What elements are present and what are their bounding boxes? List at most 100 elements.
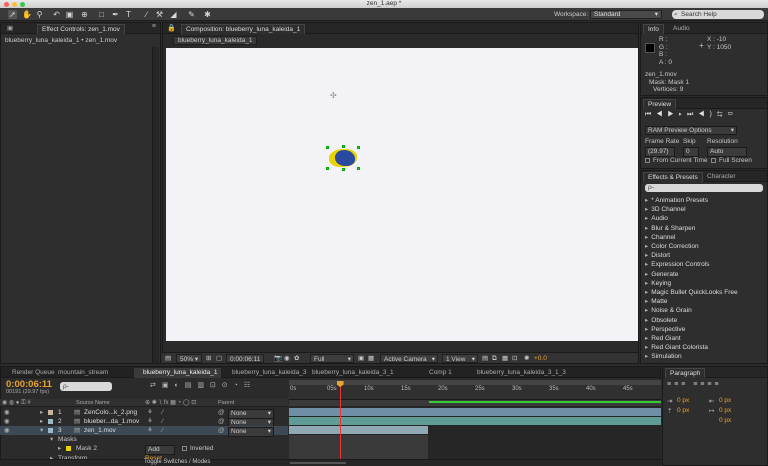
- expand-arrow-icon[interactable]: ▸: [645, 289, 648, 296]
- expand-arrow-icon[interactable]: ▸: [645, 261, 648, 268]
- shy-switch-icon[interactable]: ⚘: [147, 417, 153, 426]
- zoom-slider[interactable]: [290, 462, 346, 464]
- effects-category-item[interactable]: ▸ Obsolete: [645, 316, 677, 324]
- first-line-indent-value[interactable]: 0 px: [719, 407, 731, 414]
- clone-stamp-tool-icon[interactable]: ⚒: [155, 10, 164, 19]
- full-screen-checkbox[interactable]: [711, 158, 716, 163]
- expand-arrow-icon[interactable]: ▾: [40, 426, 43, 435]
- pickwhip-icon[interactable]: @: [218, 408, 225, 417]
- exposure-icon[interactable]: ✺: [524, 354, 529, 363]
- magnification-select[interactable]: 50% ▾: [176, 354, 203, 363]
- pen-tool-icon[interactable]: ✒: [111, 10, 120, 19]
- quality-switch-icon[interactable]: ∕: [162, 417, 163, 426]
- composition-canvas[interactable]: ✣: [166, 48, 638, 341]
- timeline-tab[interactable]: blueberry_luna_kaleida_3: [223, 368, 310, 378]
- camera-select[interactable]: Active Camera ▾: [380, 354, 438, 363]
- mask-2-row[interactable]: ▸ Mask 2 Add Inverted: [0, 444, 288, 455]
- eraser-tool-icon[interactable]: ◢: [169, 10, 178, 19]
- tab-preview[interactable]: Preview: [643, 99, 677, 109]
- space-before-value[interactable]: 0 px: [677, 407, 689, 414]
- workspace-select[interactable]: Standard ▾: [590, 10, 662, 19]
- close-window-button[interactable]: [4, 1, 9, 7]
- project-tab[interactable]: ▣: [3, 24, 17, 34]
- puppet-tool-icon[interactable]: ✱: [203, 10, 212, 19]
- timeline-icon[interactable]: ▦: [502, 354, 508, 363]
- parent-header[interactable]: Parent: [218, 400, 234, 406]
- flowchart-icon[interactable]: ⊡: [512, 354, 517, 363]
- expand-arrow-icon[interactable]: ▸: [58, 444, 61, 453]
- current-time-display[interactable]: 0:00:06:11: [226, 354, 265, 363]
- type-tool-icon[interactable]: T: [124, 10, 133, 19]
- lock-icon[interactable]: 🔒: [167, 24, 176, 32]
- expand-arrow-icon[interactable]: ▸: [645, 307, 648, 314]
- quality-switch-icon[interactable]: ∕: [162, 408, 163, 417]
- work-area-bar[interactable]: [289, 380, 661, 385]
- tab-audio[interactable]: Audio: [669, 24, 694, 34]
- show-snapshot-icon[interactable]: ◉: [284, 354, 290, 363]
- timeline-tab[interactable]: mountain_stream: [49, 368, 112, 378]
- brush-tool-icon[interactable]: ∕: [142, 10, 151, 19]
- expand-arrow-icon[interactable]: ▸: [645, 252, 648, 259]
- track-bar-layer-2[interactable]: [289, 417, 661, 425]
- mask-color-swatch[interactable]: [66, 446, 71, 451]
- hand-tool-icon[interactable]: ✋: [22, 10, 32, 19]
- effects-category-item[interactable]: ▸ * Animation Presets: [645, 196, 708, 204]
- track-bar-layer-3[interactable]: [289, 426, 428, 434]
- effect-controls-tab[interactable]: Effect Controls: zen_1.mov: [37, 24, 125, 34]
- expand-arrow-icon[interactable]: ▸: [645, 298, 648, 305]
- effects-category-item[interactable]: ▸ Matte: [645, 297, 668, 305]
- expand-arrow-icon[interactable]: ▸: [40, 408, 43, 417]
- zoom-window-button[interactable]: [20, 1, 25, 7]
- masks-row[interactable]: ▾ Masks: [0, 435, 288, 444]
- quality-switch-icon[interactable]: ∕: [162, 426, 163, 435]
- expand-arrow-icon[interactable]: ▸: [645, 280, 648, 287]
- expand-arrow-icon[interactable]: ▸: [645, 335, 648, 342]
- expand-arrow-icon[interactable]: ▸: [645, 353, 648, 360]
- effects-category-item[interactable]: ▸ Perspective: [645, 325, 685, 333]
- label-color-swatch[interactable]: [48, 410, 53, 415]
- channel-icon[interactable]: ✿: [294, 354, 299, 363]
- layer-name[interactable]: ZenColo...k_2.png: [84, 408, 137, 417]
- scrollbar[interactable]: [152, 47, 159, 363]
- layer-name[interactable]: zen_1.mov: [84, 426, 116, 435]
- timeline-search-input[interactable]: ρ-: [60, 382, 112, 391]
- pickwhip-icon[interactable]: @: [218, 426, 225, 435]
- resolution-select[interactable]: Auto: [707, 147, 747, 157]
- effects-category-item[interactable]: ▸ Red Giant Colorista: [645, 343, 708, 351]
- expand-arrow-icon[interactable]: ▸: [645, 344, 648, 351]
- label-color-swatch[interactable]: [48, 428, 53, 433]
- timeline-tab[interactable]: Comp 1: [420, 368, 456, 378]
- effects-category-item[interactable]: ▸ Magic Bullet QuickLooks Free: [645, 288, 738, 296]
- layer-row[interactable]: ◉ ▾ 3 ▤ zen_1.mov ⚘ ∕ @ None ▾: [0, 426, 288, 437]
- expand-arrow-icon[interactable]: ▸: [645, 234, 648, 241]
- transparency-grid-icon[interactable]: ▦: [368, 354, 374, 363]
- composition-subtab[interactable]: blueberry_luna_kaleida_1: [173, 36, 258, 45]
- shy-switch-icon[interactable]: ⚘: [147, 426, 153, 435]
- roi-icon[interactable]: ▣: [358, 354, 364, 363]
- alignment-buttons[interactable]: ≡≡≡ ≡≡≡≡: [667, 381, 722, 388]
- expand-arrow-icon[interactable]: ▸: [645, 317, 648, 324]
- region-icon[interactable]: ▢: [216, 354, 222, 363]
- source-name-header[interactable]: Source Name: [76, 400, 110, 406]
- expand-arrow-icon[interactable]: ▸: [645, 215, 648, 222]
- effects-category-item[interactable]: ▸ Audio: [645, 214, 668, 222]
- timeline-switch-icons[interactable]: ⇄▣◐▤▥⊡⊙◔☷: [150, 381, 256, 389]
- effects-category-item[interactable]: ▸ Distort: [645, 251, 670, 259]
- pickwhip-icon[interactable]: @: [218, 417, 225, 426]
- visibility-icon[interactable]: ◉: [4, 426, 10, 435]
- selection-tool-icon[interactable]: ➚: [8, 10, 17, 19]
- resolution-select[interactable]: Full ▾: [310, 354, 354, 363]
- expand-arrow-icon[interactable]: ▸: [645, 197, 648, 204]
- timeline-tab[interactable]: blueberry_luna_kaleida_3_1_3: [468, 368, 570, 378]
- snapshot-icon[interactable]: 📷: [274, 354, 282, 363]
- toggle-switches-modes-button[interactable]: Toggle Switches / Modes: [144, 459, 210, 465]
- expand-arrow-icon[interactable]: ▸: [40, 417, 43, 426]
- expand-arrow-icon[interactable]: ▸: [645, 326, 648, 333]
- search-help-input[interactable]: ⌕ Search Help: [672, 10, 764, 19]
- rectangle-tool-icon[interactable]: □: [97, 10, 106, 19]
- effects-category-item[interactable]: ▸ Color Correction: [645, 242, 699, 250]
- composition-tab[interactable]: Composition: blueberry_luna_kaleida_1: [181, 24, 306, 34]
- layer-name[interactable]: blueber...da_1.mov: [84, 417, 139, 426]
- track-bar-layer-1[interactable]: [289, 408, 661, 416]
- view-layout-select[interactable]: 1 View ▾: [442, 354, 478, 363]
